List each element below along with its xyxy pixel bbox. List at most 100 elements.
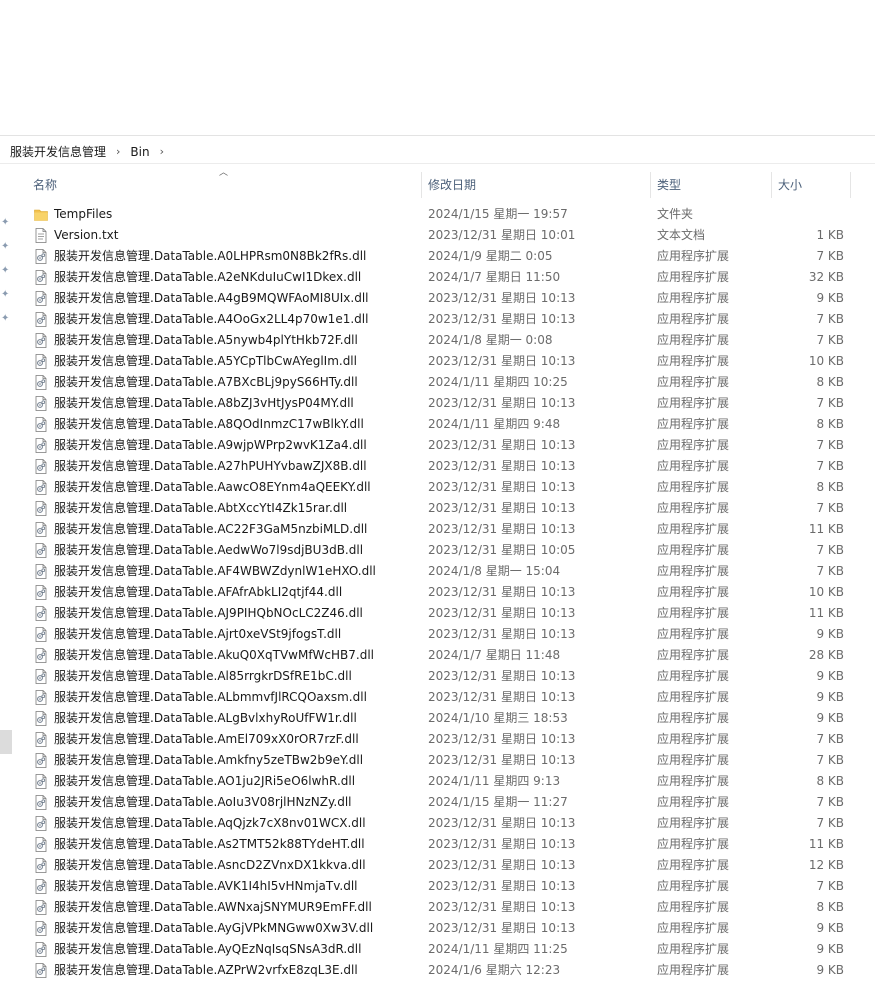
file-row[interactable]: 服装开发信息管理.DataTable.As2TMT52k88TYdeHT.dll… xyxy=(30,834,875,855)
file-type: 应用程序扩展 xyxy=(657,354,730,368)
file-type: 应用程序扩展 xyxy=(657,333,730,347)
file-size: 11 KB xyxy=(808,837,844,851)
file-row[interactable]: 服装开发信息管理.DataTable.AWNxajSNYMUR9EmFF.dll… xyxy=(30,897,875,918)
file-row[interactable]: 服装开发信息管理.DataTable.AedwWo7l9sdjBU3dB.dll… xyxy=(30,540,875,561)
breadcrumb-parent[interactable]: 服装开发信息管理 xyxy=(10,143,106,160)
file-row[interactable]: 服装开发信息管理.DataTable.Al85rrgkrDSfRE1bC.dll… xyxy=(30,666,875,687)
column-header-size[interactable]: 大小 xyxy=(778,166,802,202)
file-row[interactable]: 服装开发信息管理.DataTable.AkuQ0XqTVwMfWcHB7.dll… xyxy=(30,645,875,666)
file-modified-date: 2024/1/11 星期四 11:25 xyxy=(428,942,568,956)
file-row[interactable]: Version.txt 2023/12/31 星期日 10:01 文本文档 1 KB xyxy=(30,225,875,246)
file-type: 文本文档 xyxy=(657,228,706,242)
file-type: 文件夹 xyxy=(657,207,694,221)
file-name: 服装开发信息管理.DataTable.AoIu3V08rjlHNzNZy.dll xyxy=(54,795,352,809)
file-row[interactable]: 服装开发信息管理.DataTable.ALgBvlxhyRoUfFW1r.dll… xyxy=(30,708,875,729)
dll-file-icon xyxy=(34,291,48,306)
file-row[interactable]: 服装开发信息管理.DataTable.AawcO8EYnm4aQEEKY.dll… xyxy=(30,477,875,498)
dll-file-icon xyxy=(34,711,48,726)
navigation-scrollbar-thumb[interactable] xyxy=(0,730,12,754)
file-row[interactable]: 服装开发信息管理.DataTable.AyGjVPkMNGww0Xw3V.dll… xyxy=(30,918,875,939)
file-type: 应用程序扩展 xyxy=(657,774,730,788)
file-row[interactable]: 服装开发信息管理.DataTable.AbtXccYtI4Zk15rar.dll… xyxy=(30,498,875,519)
file-modified-date: 2023/12/31 星期日 10:05 xyxy=(428,543,576,557)
file-row[interactable]: 服装开发信息管理.DataTable.A9wjpWPrp2wvK1Za4.dll… xyxy=(30,435,875,456)
column-divider[interactable] xyxy=(650,172,651,198)
file-row[interactable]: 服装开发信息管理.DataTable.AZPrW2vrfxE8zqL3E.dll… xyxy=(30,960,875,981)
column-header-type[interactable]: 类型 xyxy=(657,166,681,202)
file-row[interactable]: 服装开发信息管理.DataTable.AF4WBWZdynlW1eHXO.dll… xyxy=(30,561,875,582)
file-modified-date: 2024/1/9 星期二 0:05 xyxy=(428,249,553,263)
dll-file-icon xyxy=(34,375,48,390)
file-row[interactable]: 服装开发信息管理.DataTable.AqQjzk7cX8nv01WCX.dll… xyxy=(30,813,875,834)
dll-file-icon xyxy=(34,900,48,915)
file-row[interactable]: 服装开发信息管理.DataTable.AFAfrAbkLI2qtjf44.dll… xyxy=(30,582,875,603)
file-modified-date: 2023/12/31 星期日 10:13 xyxy=(428,627,576,641)
file-row[interactable]: 服装开发信息管理.DataTable.A27hPUHYvbawZJX8B.dll… xyxy=(30,456,875,477)
file-name: 服装开发信息管理.DataTable.A5nywb4plYtHkb72F.dll xyxy=(54,333,358,347)
dll-file-icon xyxy=(34,795,48,810)
file-row[interactable]: 服装开发信息管理.DataTable.AyQEzNqIsqSNsA3dR.dll… xyxy=(30,939,875,960)
pin-icon[interactable]: ✦ xyxy=(1,266,11,276)
file-modified-date: 2023/12/31 星期日 10:13 xyxy=(428,753,576,767)
pin-icon[interactable]: ✦ xyxy=(1,218,11,228)
file-modified-date: 2024/1/6 星期六 12:23 xyxy=(428,963,561,977)
file-modified-date: 2023/12/31 星期日 10:13 xyxy=(428,354,576,368)
file-modified-date: 2023/12/31 星期日 10:13 xyxy=(428,480,576,494)
file-row[interactable]: 服装开发信息管理.DataTable.A4OoGx2LL4p70w1e1.dll… xyxy=(30,309,875,330)
column-divider[interactable] xyxy=(771,172,772,198)
file-modified-date: 2023/12/31 星期日 10:13 xyxy=(428,585,576,599)
file-row[interactable]: 服装开发信息管理.DataTable.AO1ju2JRi5eO6lwhR.dll… xyxy=(30,771,875,792)
file-name: 服装开发信息管理.DataTable.ALgBvlxhyRoUfFW1r.dll xyxy=(54,711,357,725)
file-row[interactable]: TempFiles 2024/1/15 星期一 19:57 文件夹 xyxy=(30,204,875,225)
file-row[interactable]: 服装开发信息管理.DataTable.Amkfny5zeTBw2b9eY.dll… xyxy=(30,750,875,771)
file-row[interactable]: 服装开发信息管理.DataTable.A0LHPRsm0N8Bk2fRs.dll… xyxy=(30,246,875,267)
file-row[interactable]: 服装开发信息管理.DataTable.Ajrt0xeVSt9jfogsT.dll… xyxy=(30,624,875,645)
file-row[interactable]: 服装开发信息管理.DataTable.ALbmmvfJlRCQOaxsm.dll… xyxy=(30,687,875,708)
breadcrumb-chevron-icon[interactable]: › xyxy=(160,145,164,158)
pin-icon[interactable]: ✦ xyxy=(1,290,11,300)
file-modified-date: 2024/1/11 星期四 9:48 xyxy=(428,417,561,431)
dll-file-icon xyxy=(34,354,48,369)
text-file-icon xyxy=(34,228,48,243)
breadcrumb-chevron-icon[interactable]: › xyxy=(116,145,120,158)
file-type: 应用程序扩展 xyxy=(657,711,730,725)
folder-icon xyxy=(34,207,48,222)
file-name: TempFiles xyxy=(54,207,113,221)
file-name: 服装开发信息管理.DataTable.AqQjzk7cX8nv01WCX.dll xyxy=(54,816,366,830)
file-modified-date: 2023/12/31 星期日 10:13 xyxy=(428,312,576,326)
file-row[interactable]: 服装开发信息管理.DataTable.A8bZJ3vHtJysP04MY.dll… xyxy=(30,393,875,414)
file-row[interactable]: 服装开发信息管理.DataTable.AVK1I4hI5vHNmjaTv.dll… xyxy=(30,876,875,897)
file-row[interactable]: 服装开发信息管理.DataTable.AmEl709xX0rOR7rzF.dll… xyxy=(30,729,875,750)
dll-file-icon xyxy=(34,459,48,474)
file-row[interactable]: 服装开发信息管理.DataTable.AoIu3V08rjlHNzNZy.dll… xyxy=(30,792,875,813)
column-header-date[interactable]: 修改日期 xyxy=(428,166,476,202)
pin-icon[interactable]: ✦ xyxy=(1,242,11,252)
file-type: 应用程序扩展 xyxy=(657,564,730,578)
file-name: 服装开发信息管理.DataTable.AO1ju2JRi5eO6lwhR.dll xyxy=(54,774,356,788)
file-type: 应用程序扩展 xyxy=(657,417,730,431)
file-row[interactable]: 服装开发信息管理.DataTable.A5YCpTlbCwAYeglIm.dll… xyxy=(30,351,875,372)
file-type: 应用程序扩展 xyxy=(657,480,730,494)
file-row[interactable]: 服装开发信息管理.DataTable.AJ9PIHQbNOcLC2Z46.dll… xyxy=(30,603,875,624)
file-type: 应用程序扩展 xyxy=(657,900,730,914)
file-row[interactable]: 服装开发信息管理.DataTable.AsncD2ZVnxDX1kkva.dll… xyxy=(30,855,875,876)
column-divider[interactable] xyxy=(421,172,422,198)
file-modified-date: 2023/12/31 星期日 10:13 xyxy=(428,522,576,536)
column-header-name[interactable]: 名称 xyxy=(33,166,57,202)
file-row[interactable]: 服装开发信息管理.DataTable.A4gB9MQWFAoMI8UIx.dll… xyxy=(30,288,875,309)
breadcrumb-current[interactable]: Bin xyxy=(130,145,149,159)
file-row[interactable]: 服装开发信息管理.DataTable.A2eNKduIuCwI1Dkex.dll… xyxy=(30,267,875,288)
file-size: 8 KB xyxy=(816,774,844,788)
dll-file-icon xyxy=(34,312,48,327)
file-row[interactable]: 服装开发信息管理.DataTable.A5nywb4plYtHkb72F.dll… xyxy=(30,330,875,351)
pin-icon[interactable]: ✦ xyxy=(1,314,11,324)
dll-file-icon xyxy=(34,921,48,936)
file-row[interactable]: 服装开发信息管理.DataTable.A8QOdInmzC17wBlkY.dll… xyxy=(30,414,875,435)
navigation-pane-edge: ✦ ✦ ✦ ✦ ✦ xyxy=(0,166,14,992)
column-divider[interactable] xyxy=(850,172,851,198)
file-row[interactable]: 服装开发信息管理.DataTable.A7BXcBLj9pyS66HTy.dll… xyxy=(30,372,875,393)
file-modified-date: 2024/1/7 星期日 11:50 xyxy=(428,270,561,284)
dll-file-icon xyxy=(34,480,48,495)
file-row[interactable]: 服装开发信息管理.DataTable.AC22F3GaM5nzbiMLD.dll… xyxy=(30,519,875,540)
file-modified-date: 2024/1/11 星期四 10:25 xyxy=(428,375,568,389)
